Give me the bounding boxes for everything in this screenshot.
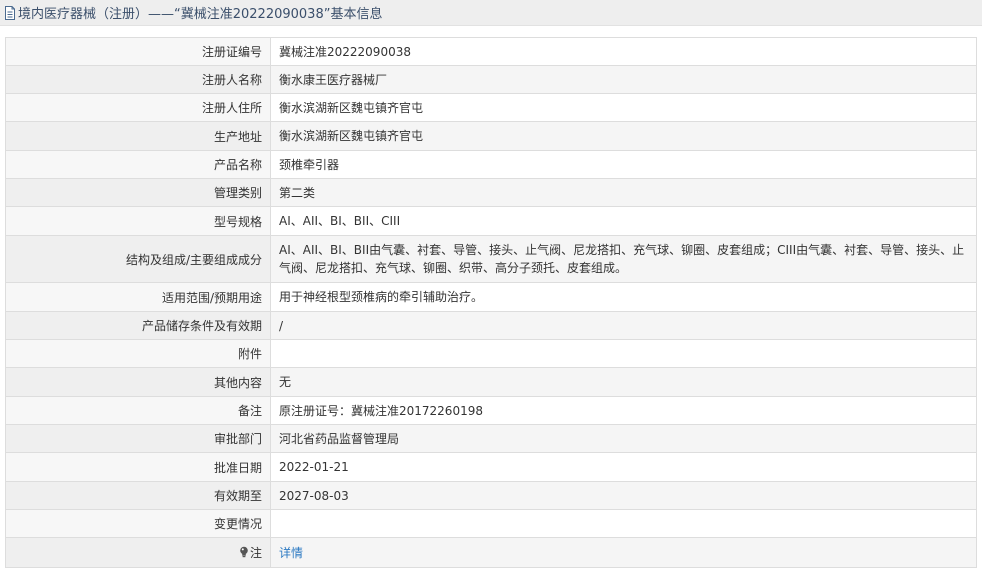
note-row: 注 详情 <box>5 537 977 568</box>
table-row: 附件 <box>5 339 977 368</box>
table-row: 产品名称 颈椎牵引器 <box>5 150 977 179</box>
table-row: 生产地址 衡水滨湖新区魏屯镇齐官屯 <box>5 121 977 151</box>
page-title: 境内医疗器械（注册）——“冀械注准20222090038”基本信息 <box>18 7 383 22</box>
field-label: 型号规格 <box>5 206 271 236</box>
field-label: 注册证编号 <box>5 37 271 66</box>
table-row: 审批部门 河北省药品监督管理局 <box>5 424 977 453</box>
lightbulb-icon <box>239 546 249 558</box>
table-row: 结构及组成/主要组成成分 AI、AII、BI、BII由气囊、衬套、导管、接头、止气… <box>5 235 977 283</box>
field-value: 衡水滨湖新区魏屯镇齐官屯 <box>270 93 977 122</box>
field-label: 备注 <box>5 396 271 425</box>
field-value: 冀械注准20222090038 <box>270 37 977 66</box>
field-label: 有效期至 <box>5 481 271 510</box>
field-label: 审批部门 <box>5 424 271 453</box>
field-label: 注 <box>5 537 271 568</box>
table-row: 产品储存条件及有效期 / <box>5 311 977 340</box>
field-value: 详情 <box>270 537 977 568</box>
field-label: 注册人名称 <box>5 65 271 94</box>
document-icon <box>4 5 16 20</box>
field-value <box>270 339 977 368</box>
table-row: 注册证编号 冀械注准20222090038 <box>5 37 977 66</box>
field-label: 适用范围/预期用途 <box>5 282 271 312</box>
field-value <box>270 509 977 538</box>
details-link[interactable]: 详情 <box>279 546 303 560</box>
field-label: 产品名称 <box>5 150 271 179</box>
field-value: 原注册证号：冀械注准20172260198 <box>270 396 977 425</box>
field-label: 其他内容 <box>5 367 271 397</box>
field-value: 2027-08-03 <box>270 481 977 510</box>
field-value: / <box>270 311 977 340</box>
field-value: 衡水滨湖新区魏屯镇齐官屯 <box>270 121 977 151</box>
field-label: 批准日期 <box>5 452 271 482</box>
field-value: AI、AII、BI、BII由气囊、衬套、导管、接头、止气阀、尼龙搭扣、充气球、铆… <box>270 235 977 283</box>
table-row: 有效期至 2027-08-03 <box>5 481 977 510</box>
field-value: 用于神经根型颈椎病的牵引辅助治疗。 <box>270 282 977 312</box>
table-row: 备注 原注册证号：冀械注准20172260198 <box>5 396 977 425</box>
page-header: 境内医疗器械（注册）——“冀械注准20222090038”基本信息 <box>0 0 982 26</box>
info-table-body: 注册证编号 冀械注准20222090038 注册人名称 衡水康王医疗器械厂 注册人住所衡… <box>5 37 977 568</box>
field-value: 颈椎牵引器 <box>270 150 977 179</box>
info-table: 注册证编号 冀械注准20222090038 注册人名称 衡水康王医疗器械厂 注册人住所衡… <box>5 37 977 568</box>
field-value: 衡水康王医疗器械厂 <box>270 65 977 94</box>
table-row: 适用范围/预期用途 用于神经根型颈椎病的牵引辅助治疗。 <box>5 282 977 312</box>
table-row: 注册人住所 衡水滨湖新区魏屯镇齐官屯 <box>5 93 977 122</box>
field-label: 产品储存条件及有效期 <box>5 311 271 340</box>
field-value: 无 <box>270 367 977 397</box>
field-label: 管理类别 <box>5 178 271 207</box>
table-row: 其他内容无 <box>5 367 977 397</box>
table-row: 批准日期 2022-01-21 <box>5 452 977 482</box>
field-value: AI、AII、BI、BII、CIII <box>270 206 977 236</box>
table-row: 型号规格 AI、AII、BI、BII、CIII <box>5 206 977 236</box>
field-label: 附件 <box>5 339 271 368</box>
field-value: 河北省药品监督管理局 <box>270 424 977 453</box>
field-label: 生产地址 <box>5 121 271 151</box>
table-row: 注册人名称 衡水康王医疗器械厂 <box>5 65 977 94</box>
field-value: 2022-01-21 <box>270 452 977 482</box>
table-row: 管理类别 第二类 <box>5 178 977 207</box>
field-value: 第二类 <box>270 178 977 207</box>
table-row: 变更情况 <box>5 509 977 538</box>
field-label: 结构及组成/主要组成成分 <box>5 235 271 283</box>
note-label: 注 <box>249 546 262 560</box>
field-label: 变更情况 <box>5 509 271 538</box>
field-label: 注册人住所 <box>5 93 271 122</box>
